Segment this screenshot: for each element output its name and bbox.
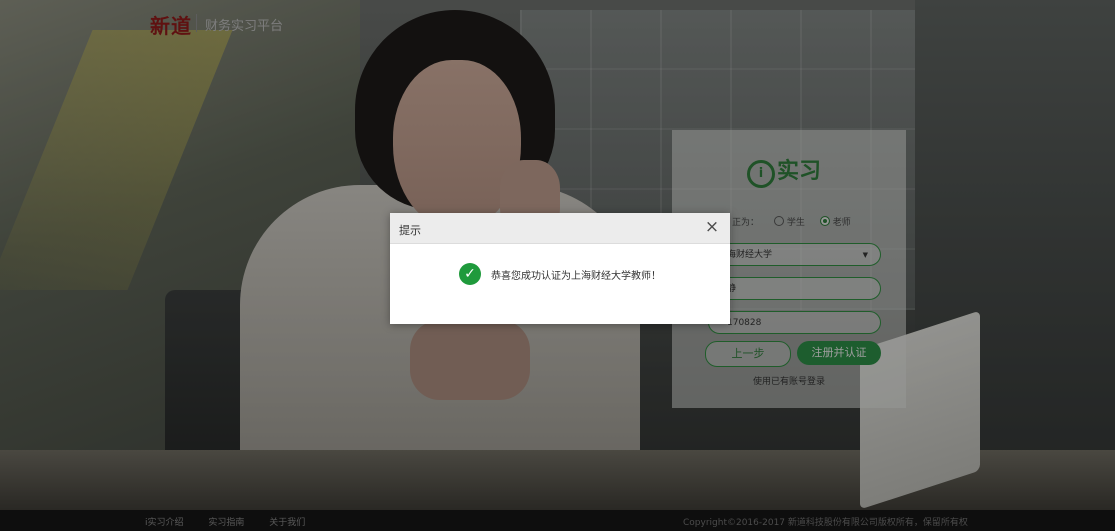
footer-links: i实习介绍 实习指南 关于我们	[145, 515, 327, 528]
site-footer: i实习介绍 实习指南 关于我们 Copyright©2016-2017 新道科技…	[0, 510, 1115, 531]
dialog-header: 提示 ×	[390, 213, 730, 244]
copyright-text: Copyright©2016-2017 新道科技股份有限公司版权所有，保留所有权	[683, 518, 968, 528]
footer-link-intro[interactable]: i实习介绍	[145, 518, 184, 528]
check-circle-icon: ✓	[459, 263, 481, 285]
close-icon[interactable]: ×	[702, 217, 722, 237]
dialog-message: 恭喜您成功认证为上海财经大学教师！	[491, 271, 661, 282]
footer-link-guide[interactable]: 实习指南	[208, 518, 244, 528]
dialog-title: 提示	[399, 224, 421, 237]
alert-dialog: 提示 × ✓ 恭喜您成功认证为上海财经大学教师！	[390, 213, 730, 324]
footer-link-about[interactable]: 关于我们	[269, 518, 305, 528]
